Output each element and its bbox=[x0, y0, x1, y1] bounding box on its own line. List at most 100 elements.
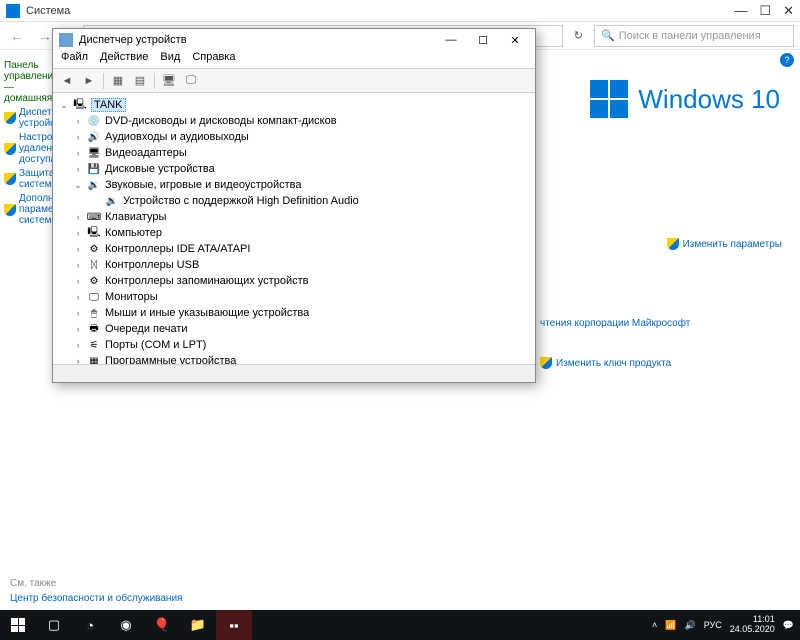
tree-node[interactable]: ›ᛞКонтроллеры USB bbox=[59, 257, 529, 273]
taskview-button[interactable]: ▢ bbox=[36, 610, 72, 640]
taskbar-app-browser[interactable]: ◔ bbox=[72, 610, 108, 640]
close-button[interactable]: ✕ bbox=[783, 3, 794, 19]
taskbar-app-balloon[interactable]: 🎈 bbox=[144, 610, 180, 640]
computer-icon: 🖳 bbox=[73, 99, 87, 111]
device-category-icon: 💿 bbox=[87, 115, 101, 127]
refresh-button[interactable]: ↻ bbox=[569, 26, 588, 45]
tree-node-label: Видеоадаптеры bbox=[105, 147, 187, 159]
expand-icon[interactable]: › bbox=[73, 292, 83, 302]
change-settings-label: Изменить параметры bbox=[683, 239, 782, 250]
tree-node[interactable]: ›🔊Аудиовходы и аудиовыходы bbox=[59, 129, 529, 145]
expand-icon[interactable]: › bbox=[73, 244, 83, 254]
device-category-icon: ⚙ bbox=[87, 243, 101, 255]
tree-node[interactable]: ⌄🔉Звуковые, игровые и видеоустройства bbox=[59, 177, 529, 193]
see-also-link[interactable]: Центр безопасности и обслуживания bbox=[10, 593, 182, 604]
taskbar: ▢ ◔ ◉ 🎈 📁 ▪▪ ˄ 📶 🔊 РУС 11:01 24.05.2020 … bbox=[0, 610, 800, 640]
device-category-icon: 🖱 bbox=[87, 307, 101, 319]
tree-node[interactable]: ›⚙Контроллеры запоминающих устройств bbox=[59, 273, 529, 289]
tree-node[interactable]: ›🖵Мониторы bbox=[59, 289, 529, 305]
expand-icon[interactable]: ⌄ bbox=[59, 100, 69, 111]
tree-node-label: Контроллеры IDE ATA/ATAPI bbox=[105, 243, 250, 255]
expand-icon[interactable]: › bbox=[73, 132, 83, 142]
tool-scan-button[interactable]: 🖥 bbox=[159, 71, 179, 91]
clock[interactable]: 11:01 24.05.2020 bbox=[730, 615, 775, 635]
sidebar-item-device-manager[interactable]: Диспетчер устройств bbox=[4, 107, 48, 129]
expand-icon[interactable]: › bbox=[73, 356, 83, 364]
tree-root[interactable]: ⌄ 🖳 TANK bbox=[59, 97, 529, 113]
device-category-icon: ▦ bbox=[87, 355, 101, 364]
expand-icon[interactable]: › bbox=[73, 212, 83, 222]
search-input[interactable]: 🔍 Поиск в панели управления bbox=[594, 25, 794, 47]
device-category-icon: ⚙ bbox=[87, 275, 101, 287]
expand-icon[interactable]: › bbox=[73, 164, 83, 174]
tree-node-label: Мыши и иные указывающие устройства bbox=[105, 307, 309, 319]
sidebar-item-label: Диспетчер устройств bbox=[19, 107, 52, 129]
menu-file[interactable]: Файл bbox=[61, 51, 88, 68]
language-indicator[interactable]: РУС bbox=[704, 620, 722, 630]
tool-fwd-button[interactable]: ► bbox=[79, 71, 99, 91]
minimize-button[interactable]: — bbox=[734, 3, 747, 19]
license-link[interactable]: чтения корпорации Майкрософт bbox=[540, 318, 782, 329]
dm-maximize-button[interactable]: ☐ bbox=[469, 31, 497, 49]
search-icon: 🔍 bbox=[601, 29, 615, 42]
expand-icon[interactable]: › bbox=[73, 276, 83, 286]
sidebar-item-remote[interactable]: Настройка удаленного доступа bbox=[4, 132, 48, 165]
taskbar-app-controlpanel[interactable]: ▪▪ bbox=[216, 610, 252, 640]
expand-icon[interactable]: › bbox=[73, 340, 83, 350]
tray-expand-icon[interactable]: ˄ bbox=[652, 620, 657, 630]
menu-action[interactable]: Действие bbox=[100, 51, 148, 68]
tree-node[interactable]: ›⌨Клавиатуры bbox=[59, 209, 529, 225]
start-button[interactable] bbox=[0, 610, 36, 640]
expand-icon[interactable]: › bbox=[73, 116, 83, 126]
change-settings-link[interactable]: Изменить параметры bbox=[667, 238, 782, 250]
sidebar-heading[interactable]: Панель управления — домашняя bbox=[4, 60, 48, 104]
dm-close-button[interactable]: ✕ bbox=[501, 31, 529, 49]
device-category-icon: 🔊 bbox=[87, 131, 101, 143]
tree-node[interactable]: ›🖥Видеоадаптеры bbox=[59, 145, 529, 161]
sidebar: Панель управления — домашняя Диспетчер у… bbox=[0, 50, 52, 235]
expand-icon[interactable]: › bbox=[73, 228, 83, 238]
dm-minimize-button[interactable]: — bbox=[437, 31, 465, 49]
device-category-icon: ⌨ bbox=[87, 211, 101, 223]
tree-leaf[interactable]: 🔉Устройство с поддержкой High Definition… bbox=[59, 193, 529, 209]
nav-back-button[interactable]: ← bbox=[6, 28, 28, 44]
volume-icon[interactable]: 🔊 bbox=[684, 620, 695, 631]
tool-show-button[interactable]: ▦ bbox=[108, 71, 128, 91]
tool-prop-button[interactable]: ▤ bbox=[130, 71, 150, 91]
expand-icon[interactable]: › bbox=[73, 148, 83, 158]
expand-icon[interactable]: ⌄ bbox=[73, 180, 83, 191]
tree-node-label: Порты (COM и LPT) bbox=[105, 339, 206, 351]
maximize-button[interactable]: ☐ bbox=[759, 3, 771, 19]
tree-node[interactable]: ›🖳Компьютер bbox=[59, 225, 529, 241]
tree-node[interactable]: › 🖱 Мыши и иные указывающие устройства bbox=[59, 305, 529, 321]
tree-node[interactable]: ›💾Дисковые устройства bbox=[59, 161, 529, 177]
dm-menubar: Файл Действие Вид Справка bbox=[53, 51, 535, 69]
tree-node[interactable]: › ⚙ Контроллеры IDE ATA/ATAPI bbox=[59, 241, 529, 257]
tree-node[interactable]: ›▦Программные устройства bbox=[59, 353, 529, 364]
sidebar-item-advanced[interactable]: Дополнительные параметры системы bbox=[4, 193, 48, 226]
taskbar-app-explorer[interactable]: 📁 bbox=[180, 610, 216, 640]
network-icon[interactable]: 📶 bbox=[665, 620, 676, 631]
taskbar-app-steam[interactable]: ◉ bbox=[108, 610, 144, 640]
help-icon[interactable]: ? bbox=[780, 53, 794, 67]
product-key-link[interactable]: Изменить ключ продукта bbox=[540, 353, 782, 373]
sidebar-item-protection[interactable]: Защита системы bbox=[4, 168, 48, 190]
expand-icon[interactable]: › bbox=[73, 324, 83, 334]
menu-help[interactable]: Справка bbox=[192, 51, 235, 68]
tool-dev-button[interactable]: 🖵 bbox=[181, 71, 201, 91]
product-key-label: Изменить ключ продукта bbox=[556, 358, 671, 369]
dm-titlebar[interactable]: Диспетчер устройств — ☐ ✕ bbox=[53, 29, 535, 51]
search-placeholder: Поиск в панели управления bbox=[619, 30, 761, 42]
device-manager-window: Диспетчер устройств — ☐ ✕ Файл Действие … bbox=[52, 28, 536, 383]
tool-back-button[interactable]: ◄ bbox=[57, 71, 77, 91]
device-tree[interactable]: ⌄ 🖳 TANK ›💿DVD-дисководы и дисководы ком… bbox=[53, 93, 535, 364]
menu-view[interactable]: Вид bbox=[160, 51, 180, 68]
expand-icon[interactable]: › bbox=[73, 260, 83, 270]
action-center-button[interactable]: 💬 bbox=[783, 620, 794, 631]
tree-node[interactable]: ›💿DVD-дисководы и дисководы компакт-диск… bbox=[59, 113, 529, 129]
sidebar-item-label: Настройка удаленного доступа bbox=[19, 132, 52, 165]
expand-icon[interactable]: › bbox=[73, 308, 83, 318]
device-category-icon: 💾 bbox=[87, 163, 101, 175]
tree-node[interactable]: ›⚟Порты (COM и LPT) bbox=[59, 337, 529, 353]
tree-node[interactable]: ›🖶Очереди печати bbox=[59, 321, 529, 337]
